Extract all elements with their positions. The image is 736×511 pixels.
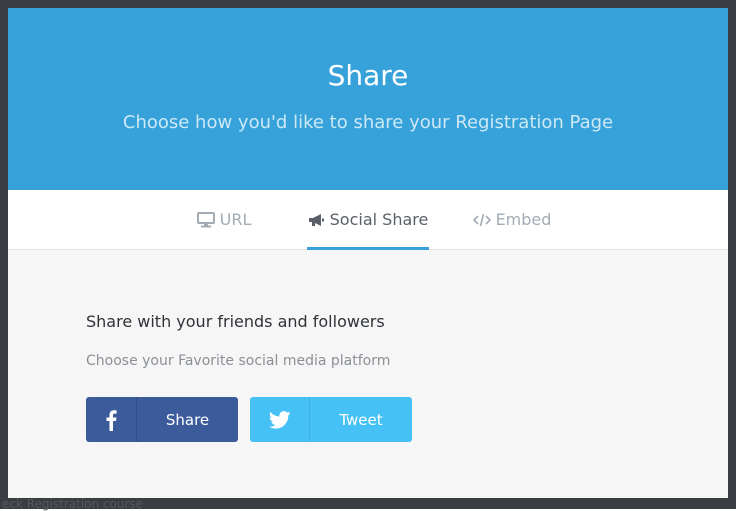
share-subheading: Choose your Favorite social media platfo… — [86, 353, 391, 369]
twitter-tweet-button[interactable]: Tweet — [250, 397, 412, 442]
share-heading: Share with your friends and followers — [86, 312, 385, 331]
tab-embed-label: Embed — [495, 210, 552, 229]
facebook-share-button[interactable]: Share — [86, 397, 238, 442]
modal-header: Share Choose how you'd like to share you… — [8, 8, 728, 190]
twitter-tweet-label: Tweet — [339, 410, 383, 429]
facebook-share-label: Share — [165, 410, 210, 429]
modal-title: Share — [327, 59, 409, 92]
tab-social-share-label: Social Share — [329, 210, 429, 229]
megaphone-icon — [308, 213, 325, 227]
tab-social-share[interactable]: Social Share — [307, 190, 429, 250]
modal-subtitle: Choose how you'd like to share your Regi… — [122, 112, 614, 133]
tab-embed[interactable]: Embed — [472, 190, 552, 249]
share-tabs: URL Social Share Embed — [8, 190, 728, 250]
monitor-icon — [196, 211, 215, 228]
twitter-icon — [250, 397, 310, 442]
tab-url[interactable]: URL — [194, 190, 254, 249]
code-icon — [472, 213, 491, 227]
share-modal: Share Choose how you'd like to share you… — [8, 8, 728, 498]
facebook-icon — [86, 397, 137, 442]
tab-url-label: URL — [219, 210, 252, 229]
